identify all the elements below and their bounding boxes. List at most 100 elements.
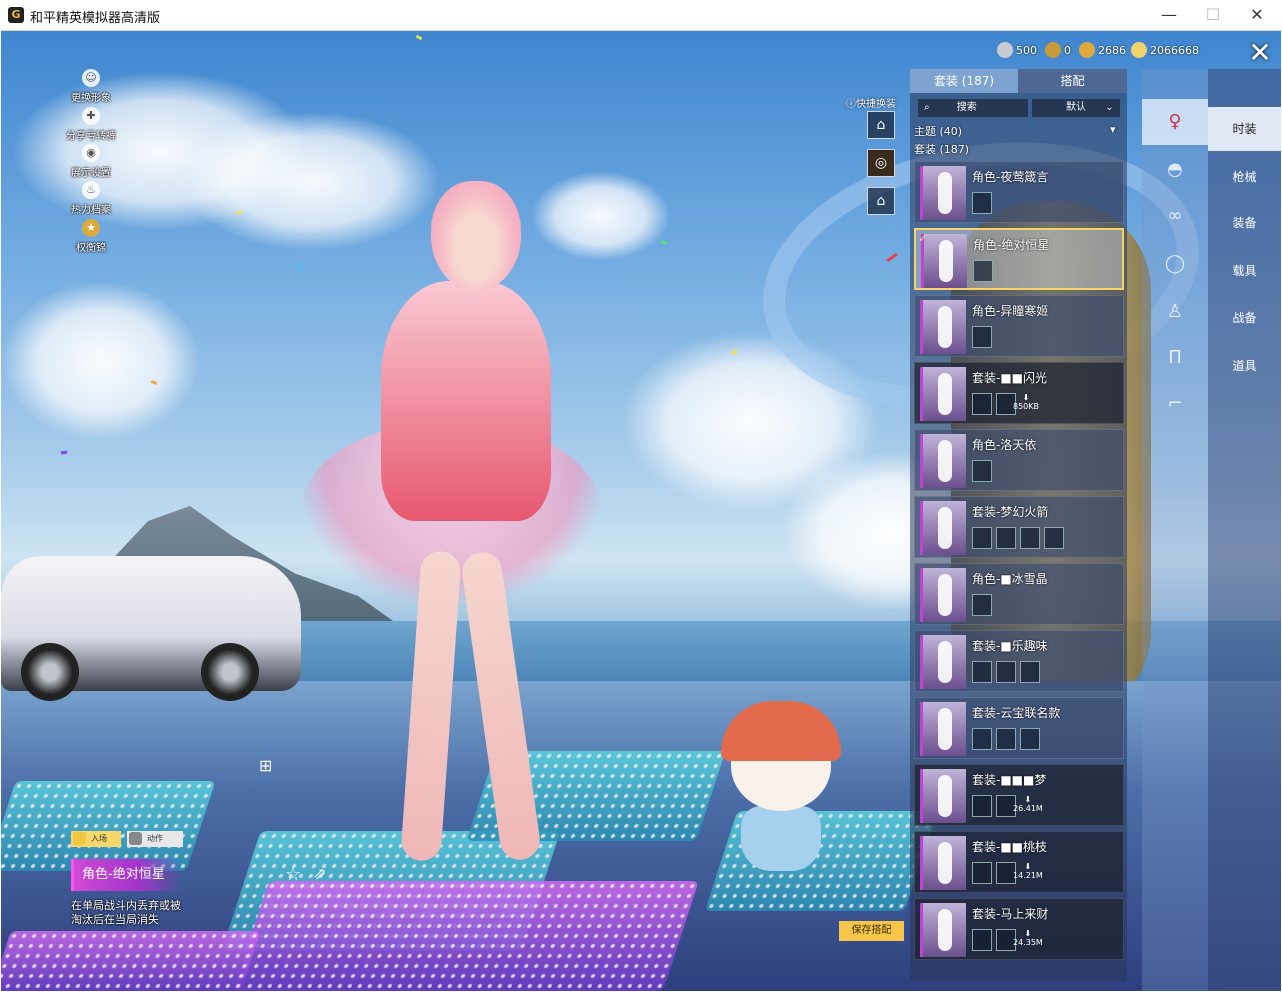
share-icon[interactable]: ⇗	[313, 864, 326, 883]
download-indicator[interactable]: ⬇ 850KB	[1013, 393, 1039, 411]
floor-tile	[233, 881, 699, 991]
body-icon[interactable]: ♙	[1142, 289, 1208, 335]
silver-coin-icon	[997, 42, 1013, 58]
outfit-list-item[interactable]: 套装-梦幻火箭	[914, 496, 1124, 558]
game-viewport[interactable]: ☺ 更换形象 ✚ 分享亏转裤 ◉ 展示设置 ♨ 热力档案 ★ 权衡锦 500 0…	[1, 31, 1281, 991]
left-menu-item-share[interactable]: ✚ 分享亏转裤	[61, 107, 121, 142]
outfit-figure	[938, 574, 952, 616]
nav-combat-gear[interactable]: 战备	[1208, 296, 1281, 340]
sort-dropdown[interactable]: 默认 ⌄	[1032, 99, 1120, 117]
outfit-list-item[interactable]: 角色-■冰雪晶	[914, 563, 1124, 625]
maximize-button[interactable]: ☐	[1190, 0, 1236, 31]
outfit-figure	[938, 507, 952, 549]
outfit-item-name: 套装-■■桃枝	[972, 840, 1048, 854]
left-menu-item-heat[interactable]: ♨ 热力档案	[61, 181, 121, 216]
collapse-arrow-icon[interactable]: ▾	[1110, 123, 1116, 136]
outfit-part-thumbnail[interactable]	[996, 728, 1016, 750]
outfit-note: 在单局战斗内丢弃或被 淘汰后在当局消失	[71, 899, 181, 926]
nav-guns[interactable]: 枪械	[1208, 155, 1281, 199]
tab-combos[interactable]: 搭配	[1018, 69, 1127, 93]
download-icon: ⬇	[1022, 393, 1030, 402]
outfit-figure	[939, 240, 953, 282]
nav-items[interactable]: 道具	[1208, 344, 1281, 388]
outfit-item-name: 套装-■■闪光	[972, 371, 1048, 385]
enter-chip[interactable]: 入场	[71, 831, 121, 847]
outfit-part-thumbnail[interactable]	[973, 260, 993, 282]
wardrobe-icon: ⌂	[876, 193, 886, 209]
outfit-list-item[interactable]: 套装-马上来财 ⬇ 24.35M	[914, 898, 1124, 960]
badge-slot-button[interactable]: ◎	[867, 149, 895, 177]
outfit-list-item[interactable]: ✓ 角色-绝对恒星	[914, 228, 1124, 290]
outfit-part-thumbnail[interactable]	[972, 661, 992, 683]
outfit-part-thumbnail[interactable]	[972, 326, 992, 348]
close-window-button[interactable]: ✕	[1234, 0, 1280, 31]
currency-points: 2066668	[1131, 41, 1199, 59]
nav-equipment[interactable]: 装备	[1208, 201, 1281, 245]
person-icon: ☺	[82, 69, 100, 87]
confetti	[660, 240, 668, 245]
outfit-part-thumbnail[interactable]	[972, 393, 992, 415]
mask-icon[interactable]: ◯	[1142, 241, 1208, 287]
confetti	[60, 450, 68, 455]
outfit-thumbnail	[920, 300, 966, 354]
outfit-list-item[interactable]: 角色-洛天依	[914, 429, 1124, 491]
outfit-part-thumbnail[interactable]	[972, 929, 992, 951]
left-menu-item-badge[interactable]: ★ 权衡锦	[61, 219, 121, 254]
outfit-item-name: 角色-夜莺箴言	[972, 170, 1049, 184]
outfit-part-thumbnail[interactable]	[972, 527, 992, 549]
save-combo-button[interactable]: 保存搭配	[839, 921, 904, 941]
close-icon[interactable]: ✕	[1245, 39, 1275, 69]
nav-vehicles[interactable]: 载具	[1208, 249, 1281, 293]
player-character[interactable]	[261, 151, 621, 891]
slot-2-button[interactable]: ⌂	[867, 187, 895, 215]
outfit-figure	[938, 641, 952, 683]
left-menu-item-display[interactable]: ◉ 展示设置	[61, 144, 121, 179]
pants-icon[interactable]: Π	[1142, 335, 1208, 381]
pet-companion[interactable]	[721, 701, 841, 871]
outfit-list-item[interactable]: 套装-■乐趣味	[914, 630, 1124, 692]
outfit-part-thumbnail[interactable]	[972, 594, 992, 616]
category-suit[interactable]: 套装 (187)	[914, 141, 969, 157]
minimize-button[interactable]: —	[1146, 0, 1192, 31]
outfit-part-thumbnail[interactable]	[972, 192, 992, 214]
download-indicator[interactable]: ⬇ 26.41M	[1013, 795, 1043, 813]
app-icon: G	[8, 7, 24, 23]
outfit-part-thumbnail[interactable]	[1044, 527, 1064, 549]
outfit-list-item[interactable]: 角色-夜莺箴言	[914, 161, 1124, 223]
download-indicator[interactable]: ⬇ 24.35M	[1013, 929, 1043, 947]
outfit-part-thumbnail[interactable]	[996, 527, 1016, 549]
action-chip[interactable]: 动作	[127, 831, 183, 847]
outfit-thumbnail	[920, 501, 966, 555]
search-input[interactable]: ⌕ 搜索	[918, 99, 1028, 117]
left-menu-item-change-look[interactable]: ☺ 更换形象	[61, 69, 121, 104]
goggles-icon[interactable]: ∞	[1142, 193, 1208, 239]
outfit-list-item[interactable]: 套装-■■■梦 ⬇ 26.41M	[914, 764, 1124, 826]
outfit-part-thumbnail[interactable]	[972, 795, 992, 817]
outfit-list-item[interactable]: 套装-■■闪光 ⬇ 850KB	[914, 362, 1124, 424]
category-theme[interactable]: 主题 (40)	[914, 123, 962, 139]
outfit-list-item[interactable]: 套装-■■桃枝 ⬇ 14.21M	[914, 831, 1124, 893]
favorite-star-icon[interactable]: ☆	[285, 864, 301, 885]
rotate-icon[interactable]: ⊞	[259, 756, 272, 775]
helmet-icon[interactable]: ◓	[1142, 147, 1208, 193]
outfit-list-item[interactable]: 套装-云宝联名款	[914, 697, 1124, 759]
figure-icon[interactable]: ♀	[1142, 99, 1208, 145]
nav-fashion[interactable]: 时装	[1208, 107, 1281, 151]
download-indicator[interactable]: ⬇ 14.21M	[1013, 862, 1043, 880]
character-body	[381, 281, 551, 521]
outfit-part-thumbnail[interactable]	[972, 862, 992, 884]
window-title: 和平精英模拟器高清版	[30, 11, 161, 26]
selected-check-icon: ✓	[918, 231, 929, 245]
flame-icon: ♨	[82, 181, 100, 199]
wardrobe-button[interactable]: ⌂	[867, 111, 895, 139]
outfit-part-thumbnail[interactable]	[1020, 661, 1040, 683]
tab-suits[interactable]: 套装 (187)	[910, 69, 1018, 93]
outfit-part-thumbnail[interactable]	[1020, 728, 1040, 750]
outfit-part-thumbnail[interactable]	[996, 661, 1016, 683]
outfit-part-thumbnail[interactable]	[972, 460, 992, 482]
outfit-list-item[interactable]: 角色-异瞳寒姬	[914, 295, 1124, 357]
shoes-icon[interactable]: ⌐	[1142, 381, 1208, 427]
outfit-part-thumbnail[interactable]	[1020, 527, 1040, 549]
outfit-tabs: 套装 (187) 搭配	[910, 69, 1127, 93]
outfit-part-thumbnail[interactable]	[972, 728, 992, 750]
